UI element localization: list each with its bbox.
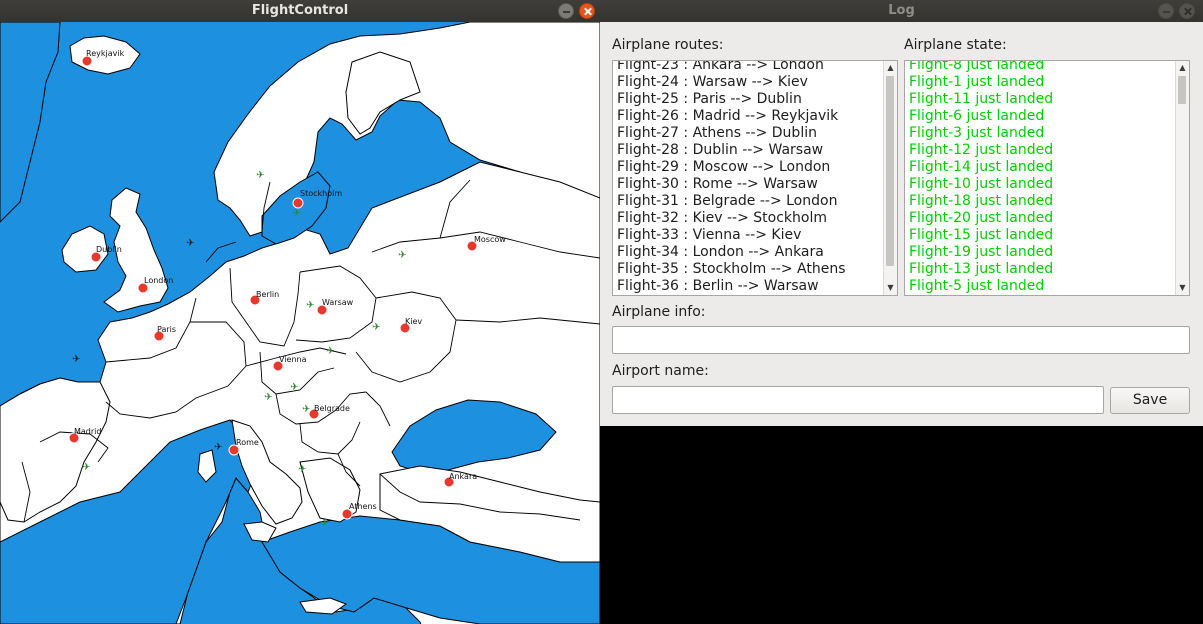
- list-item[interactable]: Flight-5 just landed: [909, 278, 1053, 295]
- list-item[interactable]: Flight-26 : Madrid --> Reykjavik: [617, 108, 845, 125]
- list-item[interactable]: Flight-36 : Berlin --> Warsaw: [617, 278, 845, 295]
- state-scrollbar[interactable]: ▲ ▼: [1175, 61, 1189, 295]
- city-label: Stockholm: [300, 189, 342, 198]
- list-item[interactable]: Flight-35 : Stockholm --> Athens: [617, 261, 845, 278]
- state-label: Airplane state:: [904, 37, 1007, 53]
- log-window: Log Airplane routes: Airplane state: Fli…: [600, 0, 1203, 426]
- list-item[interactable]: Flight-10 just landed: [909, 176, 1053, 193]
- airplane-icon[interactable]: ✈: [186, 238, 194, 249]
- list-item[interactable]: Flight-30 : Rome --> Warsaw: [617, 176, 845, 193]
- list-item[interactable]: Flight-33 : Vienna --> Kiev: [617, 227, 845, 244]
- city-label: Rome: [236, 438, 259, 447]
- city-label: Moscow: [474, 235, 506, 244]
- flightcontrol-window: FlightControl Reykjavik Stockholm Moscow…: [0, 0, 600, 624]
- airplane-icon[interactable]: ✈: [298, 464, 306, 475]
- city-label: Paris: [157, 325, 176, 334]
- airplane-info-field[interactable]: [612, 326, 1190, 354]
- list-item[interactable]: Flight-29 : Moscow --> London: [617, 159, 845, 176]
- scroll-up-icon[interactable]: ▲: [884, 62, 897, 74]
- airplane-icon[interactable]: ✈: [302, 404, 310, 415]
- list-item[interactable]: Flight-6 just landed: [909, 108, 1053, 125]
- routes-label: Airplane routes:: [612, 37, 724, 53]
- airport-name-label: Airport name:: [612, 363, 709, 379]
- city-label: Athens: [349, 502, 377, 511]
- list-item[interactable]: Flight-27 : Athens --> Dublin: [617, 125, 845, 142]
- airplane-icon[interactable]: ✈: [292, 208, 300, 219]
- europe-map[interactable]: Reykjavik Stockholm Moscow Dublin London…: [0, 22, 600, 624]
- close-icon[interactable]: [1179, 3, 1195, 19]
- list-item[interactable]: Flight-15 just landed: [909, 227, 1053, 244]
- airplane-icon[interactable]: ✈: [372, 322, 380, 333]
- list-item[interactable]: Flight-25 : Paris --> Dublin: [617, 91, 845, 108]
- list-item[interactable]: Flight-3 just landed: [909, 125, 1053, 142]
- list-item[interactable]: Flight-12 just landed: [909, 142, 1053, 159]
- city-label: Dublin: [96, 245, 122, 254]
- airplane-icon[interactable]: ✈: [290, 382, 298, 393]
- routes-scrollbar[interactable]: ▲ ▼: [883, 61, 897, 295]
- save-button[interactable]: Save: [1110, 387, 1190, 414]
- airplane-state-list[interactable]: Flight-8 just landed Flight-1 just landed…: [904, 60, 1190, 296]
- scroll-down-icon[interactable]: ▼: [1176, 282, 1189, 294]
- list-item[interactable]: Flight-31 : Belgrade --> London: [617, 193, 845, 210]
- list-item[interactable]: Flight-19 just landed: [909, 244, 1053, 261]
- list-item[interactable]: Flight-11 just landed: [909, 91, 1053, 108]
- list-item[interactable]: Flight-14 just landed: [909, 159, 1053, 176]
- list-item[interactable]: Flight-13 just landed: [909, 261, 1053, 278]
- list-item[interactable]: Flight-24 : Warsaw --> Kiev: [617, 74, 845, 91]
- list-item[interactable]: Flight-28 : Dublin --> Warsaw: [617, 142, 845, 159]
- airplane-icon[interactable]: ✈: [306, 300, 314, 311]
- airplane-icon[interactable]: ✈: [82, 462, 90, 473]
- city-label: Ankara: [449, 472, 477, 481]
- city-label: Kiev: [405, 317, 422, 326]
- airplane-routes-list[interactable]: Flight-23 : Ankara --> London Flight-24 :…: [612, 60, 898, 296]
- airplane-icon[interactable]: ✈: [398, 250, 406, 261]
- scroll-up-icon[interactable]: ▲: [1176, 62, 1189, 74]
- airplane-icon[interactable]: ✈: [72, 354, 80, 365]
- airplane-icon[interactable]: ✈: [326, 346, 334, 357]
- city-label: Warsaw: [322, 298, 354, 307]
- log-titlebar[interactable]: Log: [600, 0, 1203, 22]
- airplane-icon[interactable]: ✈: [214, 442, 222, 453]
- routes-rows: Flight-23 : Ankara --> London Flight-24 :…: [617, 61, 845, 295]
- list-item[interactable]: Flight-18 just landed: [909, 193, 1053, 210]
- minimize-icon[interactable]: [1158, 3, 1174, 19]
- scroll-thumb[interactable]: [1178, 76, 1186, 104]
- close-icon[interactable]: [579, 3, 595, 19]
- city-label: London: [144, 276, 173, 285]
- scroll-thumb[interactable]: [886, 76, 894, 266]
- airplane-icon[interactable]: ✈: [256, 170, 264, 181]
- list-item[interactable]: Flight-20 just landed: [909, 210, 1053, 227]
- airplane-icon[interactable]: ✈: [264, 392, 272, 403]
- list-item[interactable]: Flight-8 just landed: [909, 61, 1053, 74]
- map-window-title: FlightControl: [251, 3, 349, 18]
- city-label: Madrid: [74, 427, 101, 436]
- list-item[interactable]: Flight-34 : London --> Ankara: [617, 244, 845, 261]
- city-label: Reykjavik: [86, 49, 125, 58]
- list-item[interactable]: Flight-23 : Ankara --> London: [617, 61, 845, 74]
- map-titlebar[interactable]: FlightControl: [0, 0, 600, 22]
- city-label: Belgrade: [314, 404, 350, 413]
- city-label: Berlin: [256, 290, 279, 299]
- airplane-info-label: Airplane info:: [612, 304, 706, 320]
- list-item[interactable]: Flight-32 : Kiev --> Stockholm: [617, 210, 845, 227]
- minimize-icon[interactable]: [558, 3, 574, 19]
- airport-name-input[interactable]: [612, 386, 1104, 414]
- log-window-title: Log: [888, 3, 915, 18]
- state-rows: Flight-8 just landed Flight-1 just landed…: [909, 61, 1053, 295]
- scroll-down-icon[interactable]: ▼: [884, 282, 897, 294]
- city-label: Vienna: [279, 355, 307, 364]
- airplane-icon[interactable]: ✈: [320, 518, 328, 529]
- list-item[interactable]: Flight-1 just landed: [909, 74, 1053, 91]
